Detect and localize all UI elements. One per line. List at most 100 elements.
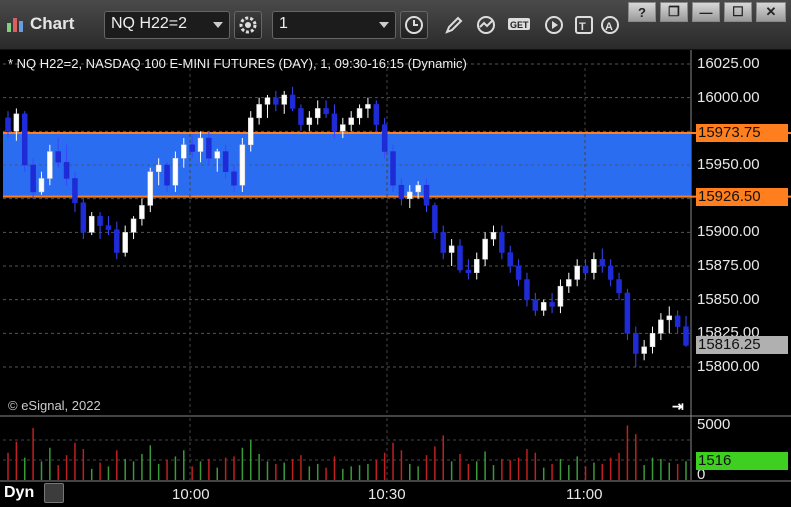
candle — [47, 151, 53, 179]
price-chart[interactable] — [0, 0, 791, 507]
candle — [532, 299, 539, 311]
candle — [432, 205, 438, 233]
candle — [80, 202, 87, 233]
candle — [616, 279, 622, 294]
candle — [499, 232, 505, 253]
chart-header: * NQ H22=2, NASDAQ 100 E-MINI FUTURES (D… — [8, 56, 467, 71]
candle — [38, 178, 45, 193]
candle — [122, 232, 128, 253]
candle — [256, 104, 262, 119]
candle — [314, 108, 321, 119]
candle — [641, 346, 647, 354]
candle — [515, 265, 522, 280]
candle — [214, 151, 221, 159]
candle — [381, 124, 388, 152]
candle — [30, 164, 36, 193]
candle — [407, 191, 413, 199]
candle — [97, 215, 103, 226]
candle — [114, 229, 120, 253]
candle — [582, 265, 589, 273]
candle — [273, 97, 279, 105]
candle — [231, 171, 237, 186]
candle — [155, 164, 162, 172]
candle — [591, 259, 597, 273]
price-tick-label: 15950.00 — [697, 156, 760, 173]
candle — [457, 245, 463, 271]
candle — [482, 238, 488, 260]
candle — [147, 171, 154, 206]
candle — [465, 269, 472, 273]
dynamic-mode-label[interactable]: Dyn — [4, 484, 34, 502]
candle — [599, 259, 606, 267]
copyright-text: © eSignal, 2022 — [8, 398, 101, 413]
candle — [365, 104, 371, 109]
candle — [566, 279, 572, 287]
candle — [549, 302, 555, 307]
candle — [281, 94, 287, 105]
candle — [557, 285, 564, 307]
last-price-label: 15816.25 — [696, 336, 788, 355]
time-label: 10:00 — [172, 486, 210, 503]
candle — [415, 184, 421, 193]
candle — [649, 333, 656, 348]
candle — [490, 232, 497, 240]
candle — [323, 108, 329, 115]
price-tick-label: 15800.00 — [697, 358, 760, 375]
upper-level-label: 15973.75 — [696, 124, 788, 143]
candle — [289, 94, 296, 109]
candle — [524, 279, 530, 300]
candle — [398, 184, 405, 199]
candle — [658, 319, 664, 334]
candle — [197, 137, 204, 152]
candle — [507, 252, 513, 267]
candle — [164, 164, 170, 186]
candle — [348, 117, 354, 125]
lock-icon[interactable] — [44, 483, 64, 503]
candle — [674, 315, 681, 327]
candle — [181, 144, 187, 159]
candle — [13, 113, 20, 132]
candle — [189, 144, 195, 152]
candle — [607, 265, 614, 280]
candle — [373, 104, 380, 125]
time-label: 10:30 — [368, 486, 406, 503]
price-tick-label: 16000.00 — [697, 88, 760, 106]
candle — [633, 333, 639, 354]
candle — [130, 218, 137, 233]
candle — [440, 232, 447, 253]
price-tick-label: 15875.00 — [697, 257, 760, 274]
candle — [172, 158, 179, 186]
candle — [105, 225, 112, 230]
candle — [624, 292, 631, 334]
candle — [55, 151, 61, 163]
candle — [331, 113, 338, 132]
time-label: 11:00 — [566, 486, 603, 503]
candle — [574, 265, 580, 280]
candle — [448, 245, 455, 253]
candle — [264, 97, 271, 105]
candle — [340, 124, 346, 132]
candle — [666, 315, 673, 321]
candle — [5, 117, 11, 132]
candle — [473, 259, 480, 273]
price-tick-label: 15850.00 — [697, 290, 760, 308]
candle — [306, 117, 313, 125]
price-tick-label: 16025.00 — [697, 55, 760, 72]
candle — [390, 151, 396, 186]
candle — [63, 162, 70, 179]
price-tick-label: 15900.00 — [697, 223, 760, 241]
lower-level-label: 15926.50 — [696, 187, 788, 206]
candle — [356, 108, 363, 119]
candle — [423, 184, 430, 206]
candle — [206, 137, 212, 159]
candle — [21, 113, 28, 166]
candle — [222, 151, 229, 172]
volume-tick-top: 5000 — [697, 416, 731, 433]
scroll-to-end-icon[interactable]: ⇥ — [672, 398, 684, 415]
candle — [139, 205, 145, 220]
candle — [72, 178, 78, 203]
candle — [239, 144, 246, 186]
candle — [88, 215, 95, 233]
candle — [540, 302, 547, 311]
candle — [683, 326, 689, 346]
